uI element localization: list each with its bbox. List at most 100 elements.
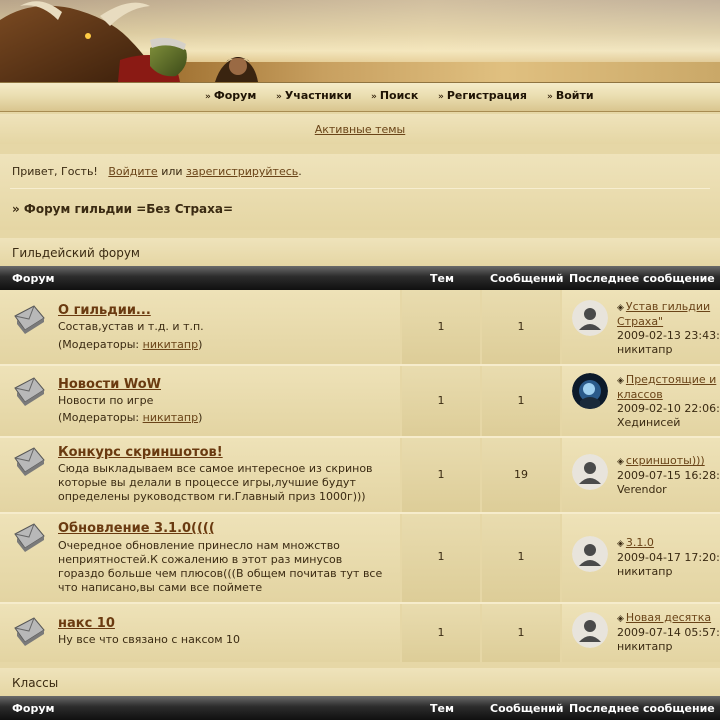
forum-row: накс 10 Ну все что связано с наксом 10 1… — [0, 604, 720, 662]
posts-count: 1 — [517, 550, 525, 563]
login-link[interactable]: Войдите — [108, 165, 157, 178]
col-topics: Тем — [430, 272, 454, 285]
topics-count: 1 — [437, 320, 445, 333]
header-banner — [0, 0, 720, 82]
nav-search[interactable]: » Поиск — [371, 89, 418, 102]
last-post: ◈ 3.1.0 2009-04-17 17:20: никитапр — [617, 536, 720, 579]
envelope-icon — [14, 377, 45, 406]
col-topics: Тем — [430, 702, 454, 715]
envelope-icon — [14, 305, 45, 334]
forum-title-link[interactable]: Новости WoW — [58, 377, 161, 392]
posts-count: 1 — [517, 320, 525, 333]
col-last: Последнее сообщение — [569, 272, 715, 285]
nav-login[interactable]: » Войти — [547, 89, 594, 102]
banner-artwork — [0, 1, 258, 82]
category-title: Гильдейский форум — [12, 246, 140, 260]
forum-description: Очередное обновление принесло нам множст… — [58, 539, 388, 595]
last-post: ◈ скриншоты))) 2009-07-15 16:28: Verendor — [617, 454, 720, 497]
table-header: Форум Тем Сообщений Последнее сообщение — [0, 696, 720, 720]
goto-post-icon: ◈ — [617, 614, 624, 624]
col-posts: Сообщений — [490, 272, 564, 285]
goto-post-icon: ◈ — [617, 457, 624, 467]
table-header: Форум Тем Сообщений Последнее сообщение — [0, 266, 720, 290]
topics-count: 1 — [437, 394, 445, 407]
nav-forum[interactable]: » Форум — [205, 89, 256, 102]
posts-count: 19 — [514, 468, 528, 481]
description-line: что написано,вы сами все поймете — [58, 581, 263, 594]
col-last: Последнее сообщение — [569, 702, 715, 715]
avatar — [572, 454, 608, 490]
forum-description: Новости по игре — [58, 394, 154, 407]
nav-register[interactable]: » Регистрация — [438, 89, 527, 102]
last-post-link-cont[interactable]: классов — [617, 388, 663, 401]
last-post: ◈ Новая десятка 2009-07-14 05:57: никитап… — [617, 611, 720, 654]
goto-post-icon: ◈ — [617, 303, 624, 313]
forum-moderators: (Модераторы: никитапр) — [58, 338, 202, 351]
category-title: Классы — [12, 676, 59, 690]
goto-post-icon: ◈ — [617, 539, 624, 549]
last-post-link[interactable]: Предстоящие и — [626, 373, 716, 386]
nav-arrow-icon: » — [547, 92, 553, 102]
mod-suffix: ) — [198, 338, 203, 351]
category-header: Гильдейский форум — [0, 238, 720, 266]
avatar — [572, 612, 608, 648]
last-post-user: Хединисей — [617, 416, 681, 429]
last-post-date: 2009-02-10 22:06: — [617, 402, 720, 415]
greeting-or: или — [161, 165, 183, 178]
last-post-link[interactable]: скриншоты))) — [626, 454, 705, 467]
forum-title-link[interactable]: накс 10 — [58, 616, 115, 631]
mod-prefix: (Модераторы: — [58, 338, 140, 351]
forum-row: О гильдии... Состав,устав и т.д. и т.п. … — [0, 290, 720, 364]
nav-arrow-icon: » — [205, 92, 211, 102]
last-post-date: 2009-07-14 05:57: — [617, 626, 720, 639]
forum-title-link[interactable]: Конкурс скриншотов! — [58, 445, 223, 460]
forum-title-link[interactable]: Обновление 3.1.0(((( — [58, 521, 215, 536]
moderator-link[interactable]: никитапр — [143, 338, 198, 351]
nav-arrow-icon: » — [438, 92, 444, 102]
mod-prefix: (Модераторы: — [58, 411, 140, 424]
register-link[interactable]: зарегистрируйтесь — [186, 165, 298, 178]
greeting-suffix: . — [298, 165, 302, 178]
col-forum: Форум — [12, 702, 55, 715]
last-post-link[interactable]: 3.1.0 — [626, 536, 654, 549]
last-post-date: 2009-04-17 17:20: — [617, 551, 720, 564]
topics-count: 1 — [437, 468, 445, 481]
forum-row: Новости WoW Новости по игре (Модераторы:… — [0, 366, 720, 436]
main-nav: » Форум » Участники » Поиск » Регистрация » В… — [0, 82, 720, 112]
last-post-date: 2009-07-15 16:28: — [617, 469, 720, 482]
nav-arrow-icon: » — [371, 92, 377, 102]
col-posts: Сообщений — [490, 702, 564, 715]
last-post-link[interactable]: Новая десятка — [626, 611, 711, 624]
forum-description: Ну все что связано с наксом 10 — [58, 633, 241, 646]
moderator-link[interactable]: никитапр — [143, 411, 198, 424]
forum-title-link[interactable]: О гильдии... — [58, 303, 151, 318]
last-post-user: никитапр — [617, 343, 673, 356]
col-forum: Форум — [12, 272, 55, 285]
envelope-icon — [14, 617, 45, 646]
last-post-date: 2009-02-13 23:43: — [617, 329, 720, 342]
description-line: Очередное обновление принесло нам множст… — [58, 539, 340, 552]
active-topics-bar: Активные темы — [0, 114, 720, 144]
last-post: ◈ Предстоящие и классов 2009-02-10 22:06:… — [617, 373, 720, 430]
active-topics-link[interactable]: Активные темы — [315, 123, 406, 136]
forum-description: Сюда выкладываем все самое интересное из… — [58, 462, 388, 504]
nav-login-label: Войти — [555, 89, 594, 102]
nav-forum-label: Форум — [213, 89, 257, 102]
last-post-user: никитапр — [617, 565, 673, 578]
envelope-icon — [14, 447, 45, 476]
avatar — [572, 300, 608, 336]
forum-row: Конкурс скриншотов! Сюда выкладываем все… — [0, 438, 720, 512]
posts-count: 1 — [517, 626, 525, 639]
topics-count: 1 — [437, 626, 445, 639]
mod-suffix: ) — [198, 411, 203, 424]
last-post: ◈ Устав гильдии Страха" 2009-02-13 23:43:… — [617, 300, 720, 357]
last-post-link[interactable]: Устав гильдии — [626, 300, 710, 313]
nav-search-label: Поиск — [379, 89, 419, 102]
avatar — [572, 373, 608, 409]
nav-members[interactable]: » Участники — [276, 89, 352, 102]
posts-count: 1 — [517, 394, 525, 407]
last-post-link-cont[interactable]: Страха" — [617, 315, 663, 328]
breadcrumb: » Форум гильдии =Без Страха= — [12, 202, 234, 216]
description-line: Сюда выкладываем все самое интересное из… — [58, 462, 373, 475]
avatar — [572, 536, 608, 572]
